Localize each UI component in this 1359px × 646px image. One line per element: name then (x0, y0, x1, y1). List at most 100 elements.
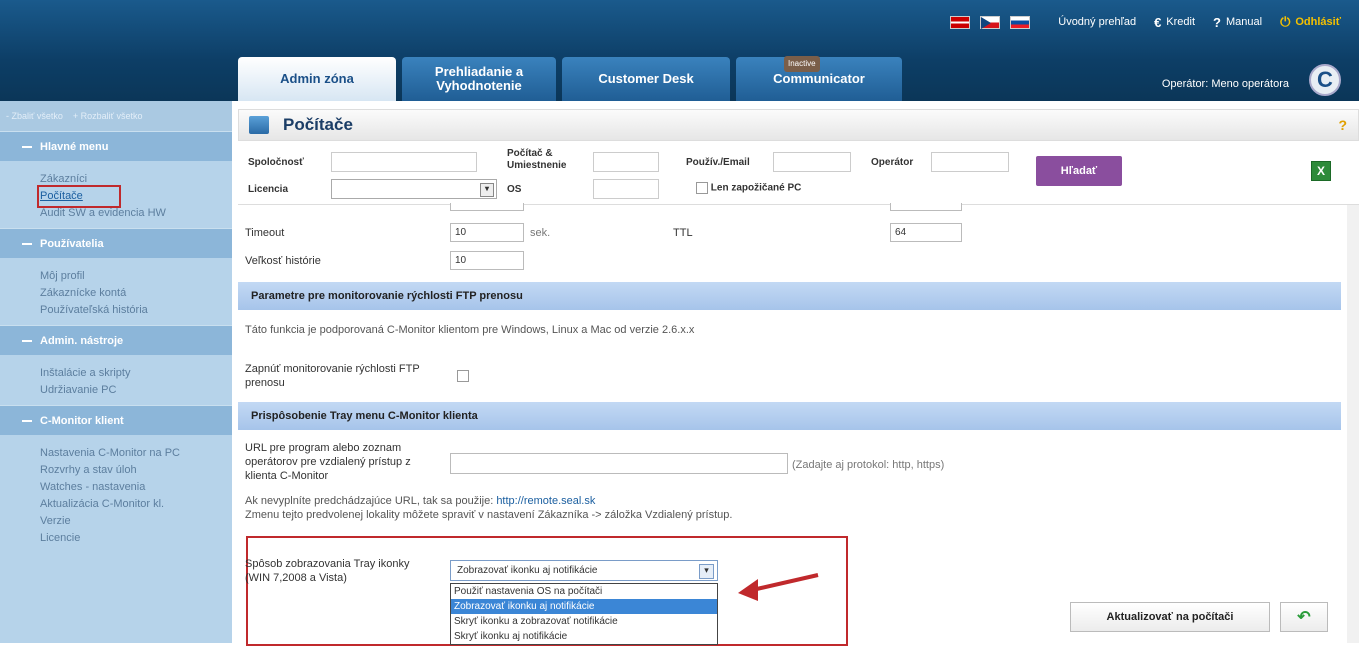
os-label: OS (507, 184, 522, 195)
history-label: Veľkosť histórie (245, 255, 321, 267)
company-input[interactable] (331, 152, 477, 172)
sidebar-item-versions[interactable]: Verzie (40, 513, 232, 530)
logout-link[interactable]: ⏻ Odhlásiť (1280, 14, 1341, 30)
tray-mode-label: Spôsob zobrazovania Tray ikonky (WIN 7,2… (245, 558, 410, 584)
url-note-2: Zmenu tejto predvolenej lokality môžete … (245, 509, 733, 521)
tab-browse-evaluate[interactable]: Prehliadanie a Vyhodnotenie (402, 57, 556, 101)
cut-off-input[interactable] (450, 203, 524, 211)
flag-en-icon[interactable] (950, 15, 971, 29)
tray-mode-select[interactable]: Zobrazovať ikonku aj notifikácie (450, 560, 718, 581)
sidebar-item-watches[interactable]: Watches - nastavenia (40, 479, 232, 496)
sidebar-section-items: Nastavenia C-Monitor na PC Rozvrhy a sta… (0, 435, 232, 553)
history-input[interactable]: 10 (450, 251, 524, 270)
search-button[interactable]: Hľadať (1036, 156, 1122, 186)
sidebar-item-licenses[interactable]: Licencie (40, 530, 232, 547)
sidebar-item-audit[interactable]: Audit SW a evidencia HW (40, 205, 232, 222)
sidebar-item-pc-maintenance[interactable]: Udržiavanie PC (40, 382, 232, 399)
credit-link[interactable]: € Kredit (1154, 15, 1195, 30)
flag-sk-icon[interactable] (1010, 15, 1031, 29)
ftp-enable-label: Zapnúť monitorovanie rýchlosti FTP preno… (245, 363, 420, 389)
sidebar-section-admin-tools[interactable]: Admin. nástroje (0, 325, 232, 355)
c-monitor-logo-icon: C (1309, 64, 1341, 96)
os-input[interactable] (593, 179, 659, 199)
euro-icon: € (1154, 14, 1162, 30)
computers-icon (249, 116, 269, 134)
power-icon: ⏻ (1280, 14, 1291, 29)
sidebar-item-schedules[interactable]: Rozvrhy a stav úloh (40, 462, 232, 479)
ttl-input[interactable]: 64 (890, 223, 962, 242)
url-label: URL pre program alebo zoznam operátorov … (245, 442, 411, 482)
ftp-info-text: Táto funkcia je podporovaná C-Monitor kl… (245, 324, 695, 336)
sidebar-item-installations[interactable]: Inštalácie a skripty (40, 365, 232, 382)
sidebar-item-my-profile[interactable]: Môj profil (40, 268, 232, 285)
tray-option[interactable]: Skryť ikonku aj notifikácie (451, 629, 717, 644)
license-label: Licencia (248, 184, 289, 195)
language-flags (950, 15, 1031, 29)
sidebar-item-c-monitor-settings[interactable]: Nastavenia C-Monitor na PC (40, 445, 232, 462)
excel-export-icon[interactable]: X (1311, 161, 1331, 181)
operator-name: Operátor: Meno operátora (1161, 78, 1289, 90)
expand-bar: - Zbaliť všetko + Rozbaliť všetko (0, 101, 232, 131)
user-label: Použív./Email (686, 157, 750, 168)
remote-url-link[interactable]: http://remote.seal.sk (496, 495, 595, 507)
tab-communicator-label: Communicator (773, 71, 865, 86)
computer-input[interactable] (593, 152, 659, 172)
url-note: Ak nevyplníte predchádzajúce URL, tak sa… (245, 494, 595, 508)
main-panel: Počítače ? Spoločnosť Počítač & Umiestne… (238, 109, 1359, 646)
sidebar-section-items: Zákazníci Počítače Audit SW a evidencia … (0, 161, 232, 228)
overview-link[interactable]: Úvodný prehľad (1058, 16, 1136, 28)
logout-label: Odhlásiť (1295, 16, 1341, 28)
manual-link[interactable]: ? Manual (1213, 15, 1262, 30)
timeout-unit: sek. (530, 227, 551, 239)
sidebar-section-items: Inštalácie a skripty Udržiavanie PC (0, 355, 232, 405)
license-select[interactable] (331, 179, 497, 199)
operator-label: Operátor (871, 157, 914, 168)
page-title: Počítače (283, 115, 353, 134)
user-input[interactable] (773, 152, 851, 172)
computer-label: Počítač & Umiestnenie (507, 148, 567, 171)
borrowed-checkbox[interactable] (696, 182, 708, 194)
sidebar-section-items: Môj profil Zákaznícke kontá Používateľsk… (0, 258, 232, 325)
tray-option[interactable]: Použiť nastavenia OS na počítači (451, 584, 717, 599)
sidebar-item-customers[interactable]: Zákazníci (40, 171, 232, 188)
sidebar-section-c-monitor[interactable]: C-Monitor klient (0, 405, 232, 435)
app-header: Úvodný prehľad € Kredit ? Manual ⏻ Odhlásiť… (0, 0, 1359, 101)
tray-option[interactable]: Zobrazovať ikonku aj notifikácie (451, 599, 717, 614)
url-input[interactable] (450, 453, 788, 474)
borrowed-label: Len zapožičané PC (710, 182, 802, 194)
main-tabs: Admin zóna Prehliadanie a Vyhodnotenie C… (238, 56, 902, 101)
vertical-scrollbar[interactable] (1347, 205, 1359, 643)
filter-bar: Spoločnosť Počítač & Umiestnenie Použív.… (238, 141, 1359, 205)
url-note-prefix: Ak nevyplníte predchádzajúce URL, tak sa… (245, 495, 497, 507)
tray-option[interactable]: Skryť ikonku a zobrazovať notifikácie (451, 614, 717, 629)
tray-section-header: Prispôsobenie Tray menu C-Monitor klient… (238, 402, 1341, 430)
collapse-all-link[interactable]: - Zbaliť všetko (6, 111, 63, 121)
sidebar-section-users[interactable]: Používatelia (0, 228, 232, 258)
page-title-bar: Počítače ? (238, 109, 1359, 141)
update-on-computer-button[interactable]: Aktualizovať na počítači (1070, 602, 1270, 632)
top-bar: Úvodný prehľad € Kredit ? Manual ⏻ Odhlásiť (950, 14, 1359, 30)
cut-off-input[interactable] (890, 203, 962, 211)
expand-all-link[interactable]: + Rozbaliť všetko (73, 111, 143, 121)
operator-input[interactable] (931, 152, 1009, 172)
tray-mode-options: Použiť nastavenia OS na počítači Zobrazo… (450, 583, 718, 645)
timeout-label: Timeout (245, 227, 285, 239)
question-icon: ? (1213, 14, 1221, 30)
tab-admin-zone[interactable]: Admin zóna (238, 57, 396, 101)
ftp-enable-checkbox[interactable] (457, 370, 469, 382)
sidebar-item-user-history[interactable]: Používateľská história (40, 302, 232, 319)
tab-customer-desk[interactable]: Customer Desk (562, 57, 730, 101)
inactive-badge: Inactive (784, 56, 820, 72)
ftp-section-header: Parametre pre monitorovanie rýchlosti FT… (238, 282, 1341, 310)
timeout-input[interactable]: 10 (450, 223, 524, 242)
manual-label: Manual (1226, 16, 1263, 28)
credit-label: Kredit (1166, 16, 1196, 28)
sidebar-item-update[interactable]: Aktualizácia C-Monitor kl. (40, 496, 232, 513)
sidebar-item-customer-accounts[interactable]: Zákaznícke kontá (40, 285, 232, 302)
sidebar-item-computers[interactable]: Počítače (37, 185, 121, 208)
tab-communicator[interactable]: Inactive Communicator (736, 56, 902, 101)
help-icon[interactable]: ? (1338, 117, 1347, 133)
flag-cz-icon[interactable] (980, 15, 1001, 29)
undo-icon[interactable]: ↶ (1280, 602, 1328, 632)
sidebar-section-main-menu[interactable]: Hlavné menu (0, 131, 232, 161)
